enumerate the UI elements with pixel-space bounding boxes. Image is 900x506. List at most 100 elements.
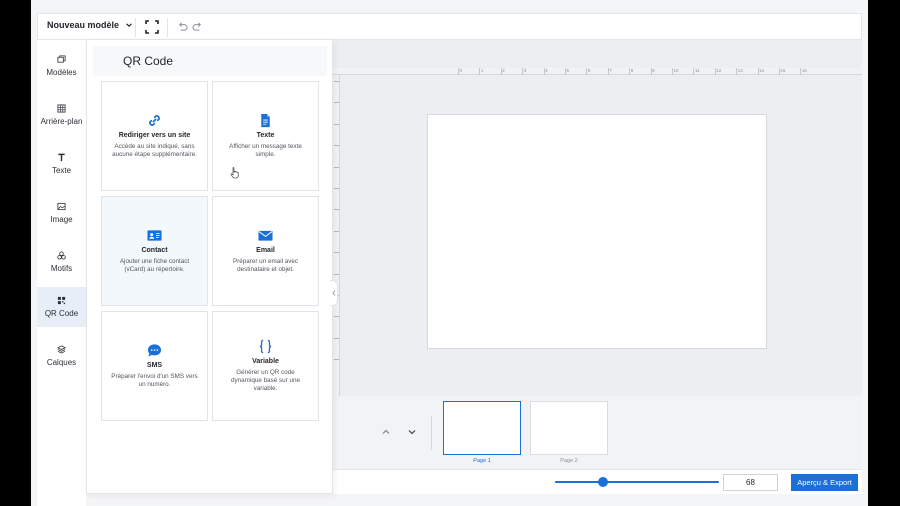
- sidebar-item-label: Motifs: [50, 264, 73, 273]
- model-select-label: Nouveau modèle: [47, 20, 120, 30]
- ruler-tick: [334, 273, 339, 275]
- toolbar-divider: [167, 18, 168, 37]
- panel-header: QR Code: [93, 46, 327, 76]
- page-strip-divider: [431, 416, 432, 450]
- ruler-tick: [334, 252, 339, 254]
- document-icon: [261, 113, 270, 127]
- card-title: Email: [256, 246, 275, 254]
- model-select-dropdown[interactable]: Nouveau modèle: [47, 20, 133, 30]
- envelope-icon: [258, 230, 273, 241]
- sidebar-item-modeles[interactable]: Modèles: [37, 46, 86, 86]
- card-title: Rediriger vers un site: [118, 131, 191, 139]
- ruler-tick: [334, 230, 339, 232]
- ruler-tick: [334, 209, 339, 211]
- ruler-tick: [334, 102, 339, 104]
- sidebar-item-label: Calques: [46, 358, 77, 367]
- sidebar-item-image[interactable]: Image: [37, 193, 86, 233]
- sidebar-rail: Modèles Arrière-plan Texte Image Motifs …: [37, 40, 86, 506]
- ruler-tick: [334, 316, 339, 318]
- ruler-tick: [334, 145, 339, 147]
- sidebar-item-motifs[interactable]: Motifs: [37, 242, 86, 282]
- qr-type-card-website[interactable]: Rediriger vers un site Accède au site in…: [101, 81, 208, 191]
- panel-title: QR Code: [123, 54, 174, 68]
- ruler-tick-label: 14: [759, 68, 765, 73]
- card-title: Contact: [141, 246, 168, 254]
- undo-icon[interactable]: [177, 21, 188, 32]
- bottom-toolbar: Aperçu & Export: [333, 469, 862, 494]
- qr-code-panel: QR Code Rediriger vers un site Accède au…: [86, 40, 333, 494]
- ruler-tick-label: 2: [502, 68, 505, 73]
- ruler-tick: [334, 81, 339, 82]
- fullscreen-icon[interactable]: [145, 20, 159, 34]
- ruler-tick-label: 11: [694, 68, 700, 73]
- ruler-tick-label: 7: [609, 68, 612, 73]
- sidebar-item-label: QR Code: [44, 309, 79, 318]
- ruler-tick-label: 1: [480, 68, 484, 73]
- sidebar-item-arriere-plan[interactable]: Arrière-plan: [37, 95, 86, 135]
- ruler-tick: [334, 337, 339, 339]
- ruler-tick-label: 3: [523, 68, 527, 73]
- card-title: Variable: [252, 357, 279, 365]
- toolbar-divider: [135, 18, 136, 37]
- sidebar-item-label: Arrière-plan: [40, 117, 83, 126]
- qr-type-card-contact[interactable]: Contact Ajouter une fiche contact (vCard…: [101, 196, 208, 306]
- image-icon: [57, 202, 66, 211]
- page-strip: Page 1 Page 2: [333, 396, 862, 469]
- page-canvas[interactable]: [427, 114, 767, 349]
- chevron-up-icon[interactable]: [381, 427, 391, 437]
- page-thumbnail-label: Page 1: [473, 458, 491, 464]
- preview-export-button[interactable]: Aperçu & Export: [791, 474, 858, 491]
- top-toolbar: Nouveau modèle: [37, 13, 862, 40]
- ruler-tick-label: 6: [587, 68, 591, 73]
- qr-code-icon: [57, 296, 66, 305]
- ruler-tick-label: 15: [780, 68, 786, 73]
- card-title: SMS: [146, 361, 163, 369]
- sidebar-item-label: Image: [50, 215, 73, 224]
- ruler-tick-label: 12: [716, 68, 722, 73]
- card-description: Préparer un email avec destinataire et o…: [232, 257, 299, 273]
- ruler-tick-label: 0: [459, 68, 463, 73]
- page-thumbnail-2[interactable]: [530, 401, 608, 455]
- ruler-tick-label: 5: [566, 68, 570, 73]
- ruler-tick: [334, 359, 339, 361]
- app-window: Nouveau modèle Modèles Arrière-plan Text…: [31, 0, 868, 506]
- ruler-tick-label: 13: [737, 68, 743, 73]
- shapes-icon: [57, 251, 66, 260]
- chevron-down-icon: [126, 23, 132, 27]
- qr-type-card-sms[interactable]: SMS Préparer l'envoi d'un SMS vers un nu…: [101, 311, 208, 421]
- zoom-slider-thumb[interactable]: [597, 477, 608, 487]
- ruler-tick: [334, 123, 339, 125]
- redo-icon[interactable]: [192, 21, 203, 32]
- ruler-tick: [334, 166, 339, 168]
- ruler-horizontal: 0 1 2 3 4 5 6 7 8 9 10 11 12 13 14 15 16: [333, 68, 862, 75]
- page-thumbnail-label: Page 2: [560, 458, 578, 464]
- card-description: Afficher un message texte simple.: [229, 142, 302, 158]
- card-description: Générer un QR code dynamique basé sur un…: [231, 368, 300, 393]
- curly-braces-icon: [259, 339, 272, 353]
- ruler-tick-label: 9: [652, 68, 655, 73]
- zoom-input[interactable]: [723, 474, 778, 491]
- templates-icon: [57, 55, 66, 63]
- card-title: Texte: [256, 131, 275, 139]
- ruler-tick-label: 16: [801, 68, 807, 73]
- qr-type-card-email[interactable]: Email Préparer un email avec destinatair…: [212, 196, 319, 306]
- ruler-tick-label: 4: [545, 68, 548, 73]
- layers-icon: [57, 345, 66, 354]
- card-description: Préparer l'envoi d'un SMS vers un numéro…: [111, 372, 198, 388]
- page-thumbnail-1[interactable]: [443, 401, 521, 455]
- background-icon: [57, 104, 66, 113]
- sidebar-item-calques[interactable]: Calques: [37, 336, 86, 376]
- zoom-slider-track[interactable]: [555, 481, 719, 483]
- panel-collapse-handle[interactable]: [330, 280, 338, 306]
- qr-type-card-text[interactable]: Texte Afficher un message texte simple.: [212, 81, 319, 191]
- ruler-tick-label: 8: [630, 68, 634, 73]
- card-description: Ajouter une fiche contact (vCard) au rép…: [119, 257, 190, 273]
- qr-type-card-variable[interactable]: Variable Générer un QR code dynamique ba…: [212, 311, 319, 421]
- chevron-down-icon[interactable]: [407, 427, 417, 437]
- sidebar-item-texte[interactable]: Texte: [37, 144, 86, 184]
- sidebar-item-qr-code[interactable]: QR Code: [37, 287, 86, 327]
- contact-card-icon: [147, 230, 162, 241]
- text-icon: [58, 153, 65, 162]
- hand-pointer-cursor-icon: [230, 167, 239, 179]
- sidebar-item-label: Modèles: [46, 68, 77, 77]
